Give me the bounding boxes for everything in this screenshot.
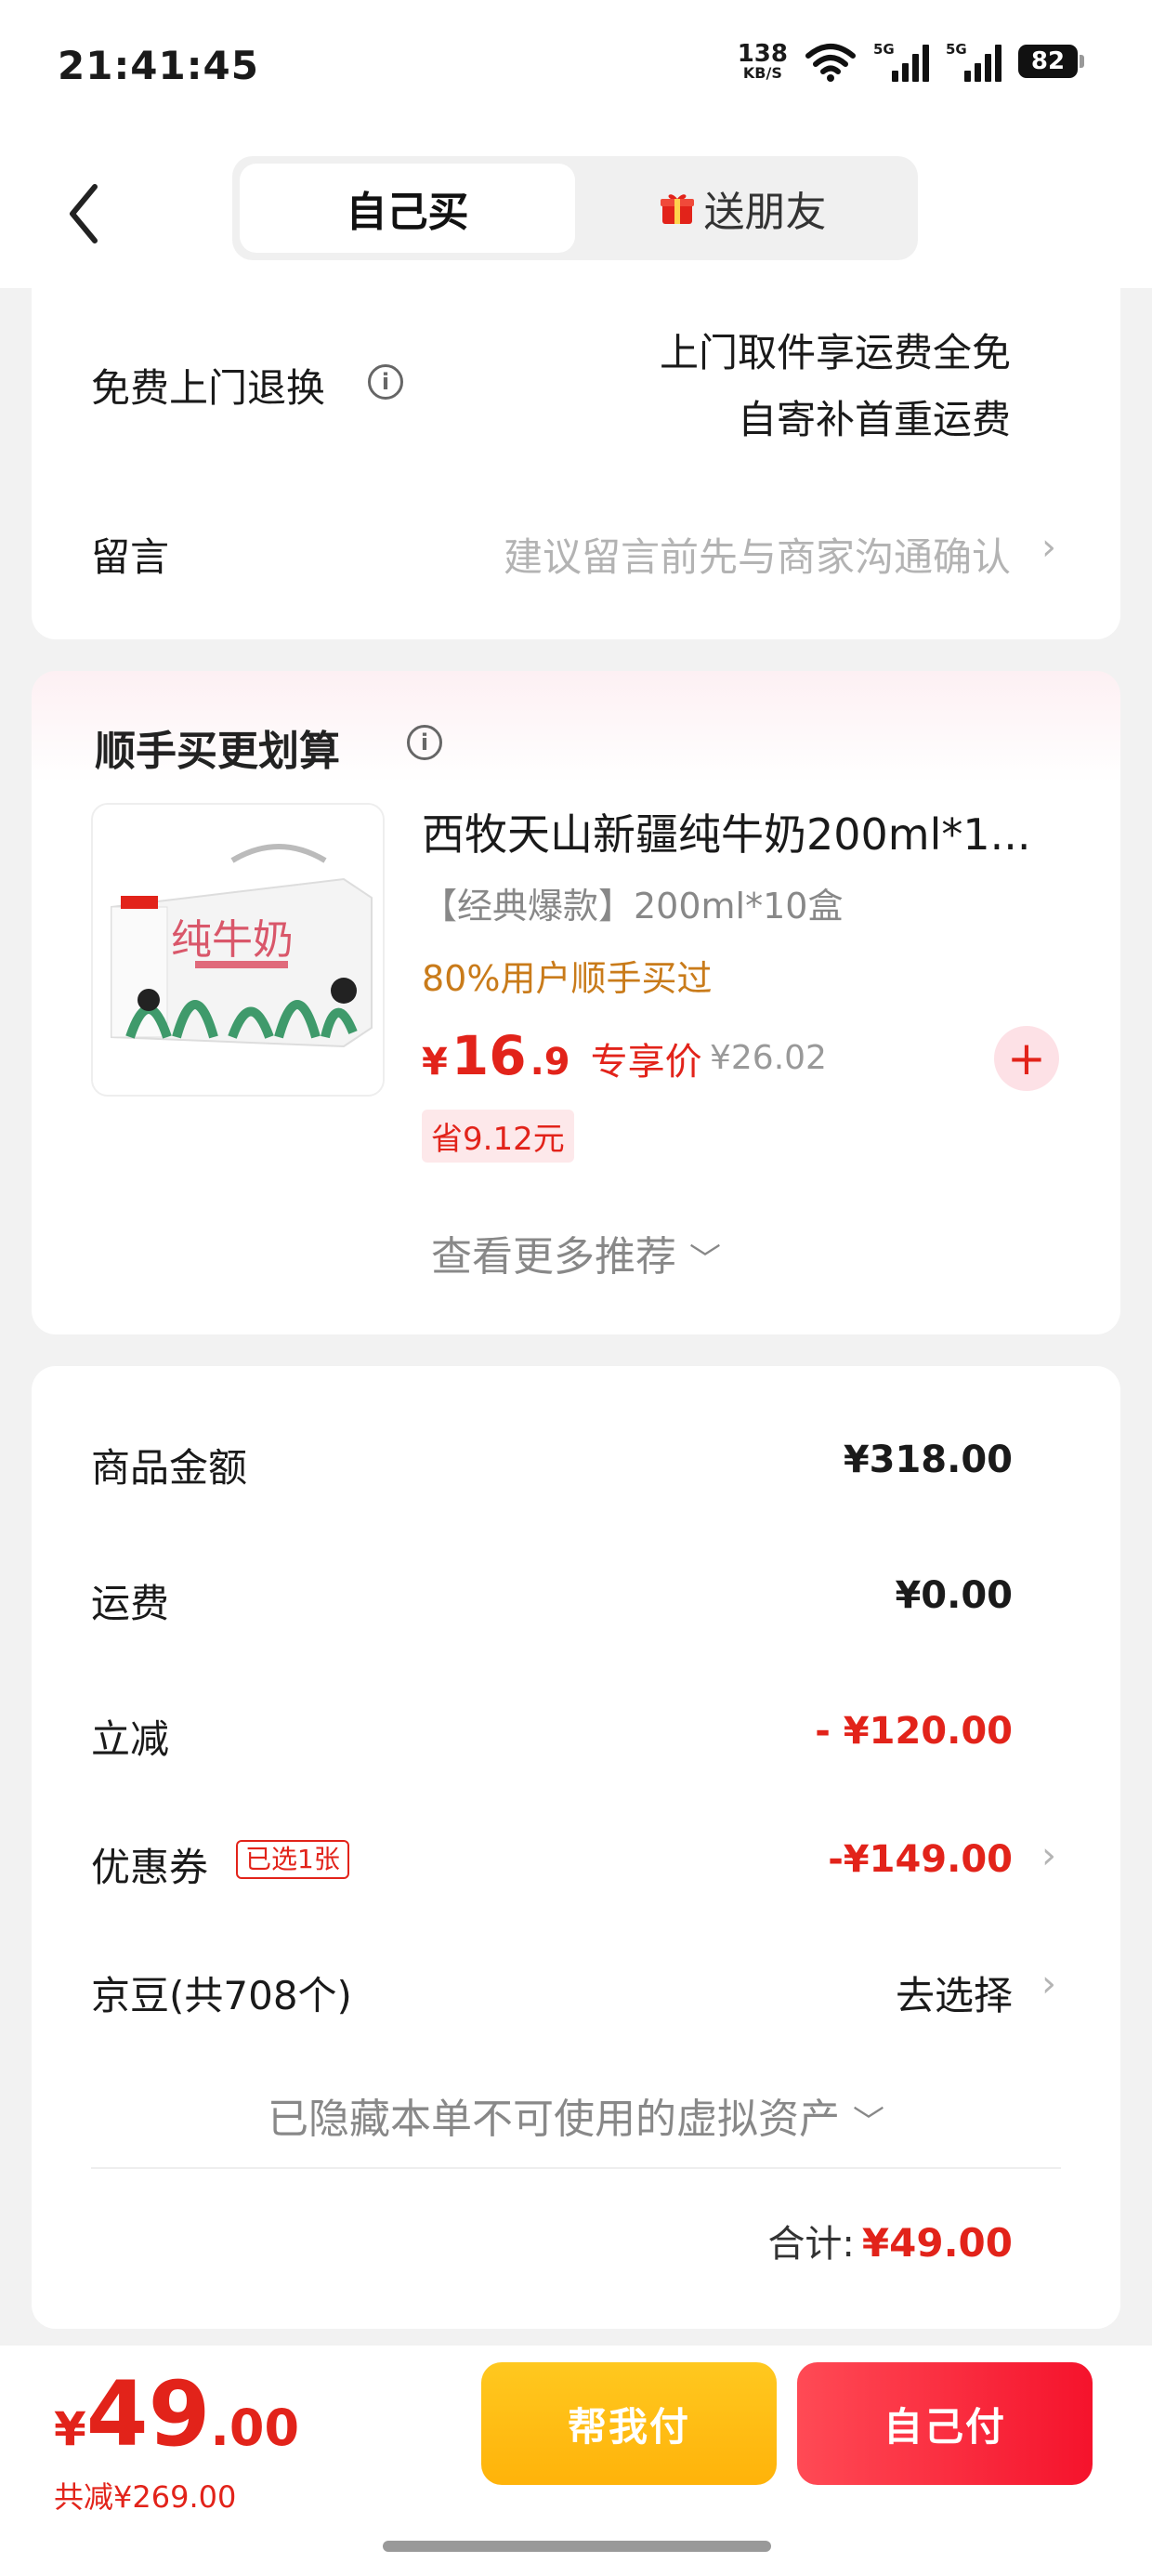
divider: [91, 2167, 1061, 2169]
jd-beans-label: 京豆(共708个): [91, 1973, 352, 2018]
order-summary-card: 商品金额 ¥318.00 运费 ¥0.00 立减 - ¥120.00 优惠券 已…: [32, 1366, 1120, 2329]
status-icons: 138 KB/S 5G 5G 82: [738, 41, 1084, 82]
coupon-label: 优惠券: [91, 1845, 209, 1890]
product-price: ¥ 16 .9 专享价: [422, 1024, 702, 1087]
total-value: ¥49.00: [861, 2220, 1013, 2266]
product-thumbnail[interactable]: 纯牛奶: [91, 803, 385, 1097]
subtotal-value: ¥318.00: [843, 1439, 1013, 1481]
shipping-value: ¥0.00: [895, 1574, 1013, 1617]
product-name[interactable]: 西牧天山新疆纯牛奶200ml*1...: [422, 801, 1072, 862]
total-saved: 共减¥269.00: [54, 2479, 237, 2515]
info-icon[interactable]: i: [407, 725, 442, 760]
gift-icon: [660, 194, 694, 224]
status-bar: 21:41:45 138 KB/S 5G 5G 82: [0, 0, 1152, 139]
add-to-order-button[interactable]: +: [994, 1026, 1059, 1091]
thumb-label: 纯牛奶: [171, 916, 294, 964]
chevron-right-icon: ›: [1041, 526, 1056, 569]
service-card: 免费上门退换 i 上门取件享运费全免 自寄补首重运费 留言 建议留言前先与商家沟…: [32, 279, 1120, 639]
product-spec: 【经典爆款】200ml*10盒: [422, 886, 844, 927]
price-decimal: .9: [530, 1041, 570, 1084]
signal-icon: 5G: [873, 41, 929, 82]
help-me-pay-button[interactable]: 帮我付: [481, 2362, 777, 2485]
tab-buy-self[interactable]: 自己买: [240, 164, 575, 253]
free-return-label: 免费上门退换: [91, 365, 326, 411]
signal-icon: 5G: [946, 41, 1001, 82]
price-label: 专享价: [590, 1041, 702, 1084]
original-price: ¥26.02: [710, 1039, 827, 1077]
home-indicator: [383, 2541, 771, 2552]
payable-integer: 49: [85, 2362, 211, 2466]
header: 自己买 送朋友: [0, 139, 1152, 288]
save-badge: 省9.12元: [422, 1110, 574, 1163]
net-speed-value: 138: [737, 40, 788, 68]
net-speed-unit: KB/S: [742, 64, 782, 82]
coupon-value[interactable]: -¥149.00: [828, 1838, 1013, 1881]
chevron-left-icon: [70, 184, 98, 243]
plus-icon: +: [1007, 1032, 1046, 1085]
back-button[interactable]: [56, 177, 111, 251]
addon-card: 顺手买更划算 i 纯牛奶 西牧天山新疆纯牛奶200ml*1... 【经典爆款】2…: [32, 671, 1120, 1334]
order-total: 合计: ¥49.00: [767, 2214, 1013, 2267]
more-recommendations-label: 查看更多推荐: [431, 1233, 676, 1281]
coupon-selected-badge: 已选1张: [236, 1840, 349, 1879]
signal-label: 5G: [873, 41, 895, 58]
tab-buy-self-label: 自己买: [346, 189, 469, 236]
price-symbol: ¥: [422, 1041, 448, 1084]
status-time: 21:41:45: [58, 43, 259, 88]
tab-gift-friend[interactable]: 送朋友: [575, 164, 910, 253]
instant-discount-value: - ¥120.00: [815, 1710, 1013, 1753]
signal-label: 5G: [946, 41, 967, 58]
milk-box-image: 纯牛奶: [93, 805, 383, 1095]
chevron-right-icon[interactable]: ›: [1033, 1834, 1065, 1877]
product-tag: 80%用户顺手买过: [422, 958, 713, 999]
payable-decimal: .00: [210, 2399, 300, 2457]
price-integer: 16: [451, 1024, 527, 1087]
more-recommendations-button[interactable]: 查看更多推荐 ﹀: [32, 1223, 1120, 1282]
net-speed: 138 KB/S: [738, 42, 788, 81]
tab-gift-friend-label: 送朋友: [703, 189, 827, 236]
purchase-mode-tabs: 自己买 送朋友: [232, 156, 918, 260]
addon-title: 顺手买更划算: [95, 728, 340, 775]
chevron-right-icon[interactable]: ›: [1033, 1963, 1065, 2005]
message-label: 留言: [91, 534, 170, 580]
payable-symbol: ¥: [54, 2402, 86, 2456]
chevron-down-icon: ﹀: [853, 2104, 884, 2141]
total-label: 合计:: [767, 2223, 855, 2266]
free-return-desc-line2: 自寄补首重运费: [737, 397, 1011, 442]
chevron-down-icon: ﹀: [689, 1242, 721, 1279]
shipping-label: 运费: [91, 1581, 170, 1626]
battery-level: 82: [1030, 47, 1066, 75]
message-input[interactable]: 建议留言前先与商家沟通确认: [504, 526, 1011, 583]
jd-beans-select[interactable]: 去选择: [896, 1965, 1013, 2021]
hidden-assets-label: 已隐藏本单不可使用的虚拟资产: [268, 2096, 840, 2143]
payable-price: ¥ 49 .00: [54, 2370, 299, 2459]
subtotal-label: 商品金额: [91, 1445, 248, 1491]
instant-discount-label: 立减: [91, 1716, 170, 1762]
battery-icon: 82: [1018, 45, 1084, 78]
pay-self-button[interactable]: 自己付: [797, 2362, 1093, 2485]
info-icon[interactable]: i: [368, 364, 403, 400]
wifi-icon: [805, 44, 856, 82]
free-return-desc-line1: 上门取件享运费全免: [659, 330, 1011, 375]
hidden-assets-toggle[interactable]: 已隐藏本单不可使用的虚拟资产 ﹀: [32, 2085, 1120, 2145]
